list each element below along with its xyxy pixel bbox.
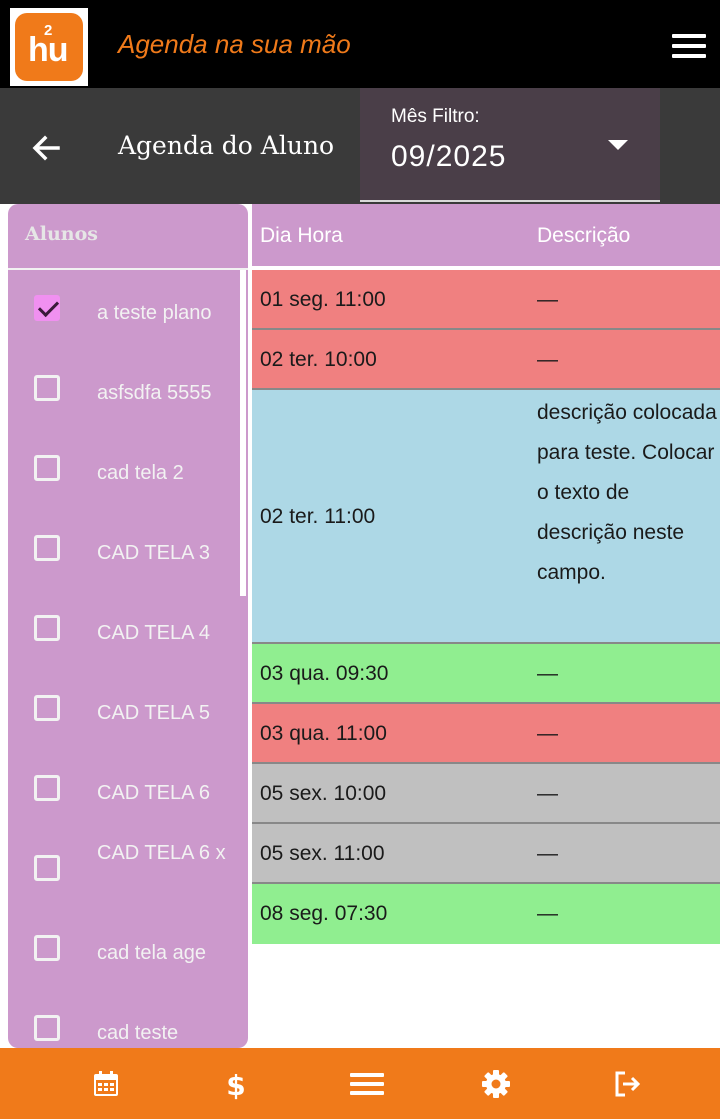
student-item[interactable]: CAD TELA 4 — [8, 590, 240, 670]
month-filter-value: 09/2025 — [391, 140, 507, 173]
bottom-navigation: $ — [0, 1048, 720, 1119]
column-header-datetime: Dia Hora — [260, 224, 343, 247]
row-description: — — [537, 288, 558, 311]
student-checkbox[interactable] — [34, 775, 60, 801]
student-name: cad teste — [97, 1022, 179, 1044]
agenda-row[interactable]: 08 seg. 07:30 — — [252, 884, 720, 944]
column-header-description: Descrição — [537, 224, 631, 247]
student-item[interactable]: a teste plano — [8, 270, 240, 350]
gear-icon[interactable] — [480, 1068, 512, 1100]
row-datetime: 02 ter. 10:00 — [260, 348, 377, 371]
back-arrow-icon[interactable] — [28, 130, 64, 166]
row-datetime: 01 seg. 11:00 — [260, 288, 386, 311]
dropdown-arrow-icon — [608, 140, 628, 150]
student-checkbox[interactable] — [34, 455, 60, 481]
app-logo: 2 hu — [10, 8, 88, 86]
row-datetime: 08 seg. 07:30 — [260, 902, 388, 925]
student-name: CAD TELA 4 — [97, 622, 211, 644]
agenda-table: Dia Hora Descrição 01 seg. 11:00 — 02 te… — [250, 204, 720, 1048]
row-datetime: 03 qua. 09:30 — [260, 662, 389, 685]
student-name: a teste plano — [97, 302, 212, 324]
logout-icon[interactable] — [612, 1068, 644, 1100]
agenda-row[interactable]: 03 qua. 11:00 — — [252, 704, 720, 764]
student-item[interactable]: asfsdfa 5555 — [8, 350, 240, 430]
calendar-icon[interactable] — [90, 1068, 122, 1100]
students-header-label: Alunos — [25, 223, 98, 245]
row-description: — — [537, 842, 558, 865]
row-datetime: 02 ter. 11:00 — [260, 505, 376, 528]
student-item[interactable]: CAD TELA 3 — [8, 510, 240, 590]
student-name: CAD TELA 6 — [97, 782, 211, 804]
row-datetime: 05 sex. 10:00 — [260, 782, 387, 805]
students-scrollbar[interactable] — [240, 270, 246, 596]
students-panel: Alunos a teste plano asfsdfa 5555 cad te… — [8, 204, 248, 1048]
student-item[interactable]: CAD TELA 6 — [8, 750, 240, 830]
student-checkbox[interactable] — [34, 935, 60, 961]
month-filter-select[interactable]: Mês Filtro: 09/2025 — [360, 88, 660, 202]
student-name: CAD TELA 6 x — [97, 842, 226, 864]
agenda-row[interactable]: 02 ter. 10:00 — — [252, 330, 720, 390]
row-datetime: 03 qua. 11:00 — [260, 722, 387, 745]
agenda-row[interactable]: 03 qua. 09:30 — — [252, 644, 720, 704]
month-filter-label: Mês Filtro: — [391, 106, 480, 127]
row-description: — — [537, 662, 558, 685]
student-name: CAD TELA 5 — [97, 702, 211, 724]
hamburger-menu-icon[interactable] — [672, 34, 706, 58]
students-header: Alunos — [8, 204, 248, 270]
dollar-icon[interactable]: $ — [220, 1068, 252, 1102]
agenda-row[interactable]: 05 sex. 11:00 — — [252, 824, 720, 884]
page-header: Agenda do Aluno Mês Filtro: 09/2025 — [0, 88, 720, 204]
student-name: CAD TELA 3 — [97, 542, 211, 564]
agenda-row[interactable]: 02 ter. 11:00 descrição colocada para te… — [252, 390, 720, 644]
student-checkbox[interactable] — [34, 375, 60, 401]
student-checkbox[interactable] — [34, 1015, 60, 1041]
page-title: Agenda do Aluno — [118, 131, 335, 160]
student-item[interactable]: cad teste — [8, 990, 240, 1048]
row-description: — — [537, 902, 558, 925]
row-description: — — [537, 348, 558, 371]
student-checkbox[interactable] — [34, 615, 60, 641]
student-checkbox[interactable] — [34, 535, 60, 561]
student-name: cad tela age — [97, 942, 206, 964]
student-name: cad tela 2 — [97, 462, 184, 484]
student-checkbox[interactable] — [34, 295, 60, 321]
app-title: Agenda na sua mão — [118, 29, 351, 59]
agenda-row[interactable]: 01 seg. 11:00 — — [252, 270, 720, 330]
student-item[interactable]: cad tela 2 — [8, 430, 240, 510]
row-datetime: 05 sex. 11:00 — [260, 842, 385, 865]
agenda-table-header: Dia Hora Descrição — [252, 204, 720, 270]
row-description: descrição colocada para teste. Colocar o… — [537, 401, 717, 584]
student-checkbox[interactable] — [34, 695, 60, 721]
student-name: asfsdfa 5555 — [97, 382, 212, 404]
menu-icon[interactable] — [350, 1073, 384, 1095]
row-description: — — [537, 782, 558, 805]
agenda-row[interactable]: 05 sex. 10:00 — — [252, 764, 720, 824]
student-item[interactable]: CAD TELA 6 x — [8, 830, 240, 910]
logo-text: hu — [28, 31, 69, 69]
student-checkbox[interactable] — [34, 855, 60, 881]
svg-text:$: $ — [226, 1069, 245, 1100]
top-app-bar: 2 hu Agenda na sua mão — [0, 0, 720, 88]
row-description: — — [537, 722, 558, 745]
student-item[interactable]: cad tela age — [8, 910, 240, 990]
student-item[interactable]: CAD TELA 5 — [8, 670, 240, 750]
